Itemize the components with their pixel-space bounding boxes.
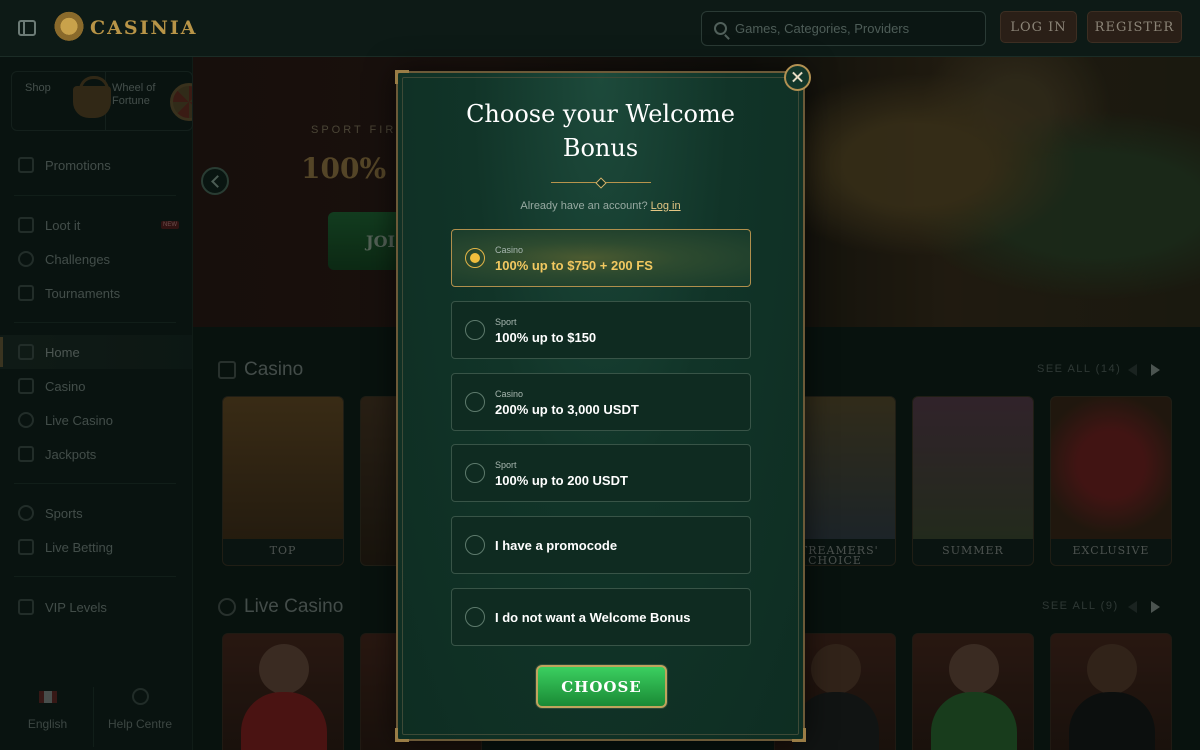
- bonus-option-sport-150[interactable]: Sport 100% up to $150: [451, 301, 751, 359]
- title-ornament-icon: [551, 179, 651, 187]
- crown-logo-icon: [54, 11, 84, 45]
- choose-button[interactable]: CHOOSE: [536, 665, 667, 708]
- login-button[interactable]: LOG IN: [1000, 11, 1077, 43]
- bonus-option-casino-750[interactable]: Casino 100% up to $750 + 200 FS: [451, 229, 751, 287]
- radio-icon[interactable]: [465, 607, 485, 627]
- already-text: Already have an account?: [520, 200, 648, 212]
- already-have-account: Already have an account? Log in: [398, 200, 803, 212]
- top-header: CASINIA LOG IN REGISTER: [0, 0, 1200, 57]
- bonus-option-promocode[interactable]: I have a promocode: [451, 516, 751, 574]
- option-category: Casino: [495, 389, 524, 399]
- brand-logo[interactable]: CASINIA: [54, 11, 197, 45]
- sidebar-toggle-icon[interactable]: [18, 20, 36, 36]
- radio-icon[interactable]: [465, 320, 485, 340]
- corner-ornament: [395, 70, 409, 84]
- option-label: 100% up to $150: [495, 330, 597, 345]
- login-link[interactable]: Log in: [651, 200, 681, 212]
- radio-icon[interactable]: [465, 535, 485, 555]
- modal-close-button[interactable]: [784, 64, 811, 91]
- radio-icon[interactable]: [465, 392, 485, 412]
- welcome-bonus-modal: Choose your Welcome Bonus Already have a…: [395, 70, 806, 742]
- corner-ornament: [395, 728, 409, 742]
- search-input[interactable]: [735, 21, 965, 36]
- search-icon: [714, 22, 727, 35]
- brand-name: CASINIA: [90, 17, 198, 39]
- register-button[interactable]: REGISTER: [1087, 11, 1182, 43]
- bonus-option-casino-usdt[interactable]: Casino 200% up to 3,000 USDT: [451, 373, 751, 431]
- option-label: 100% up to $750 + 200 FS: [495, 258, 653, 273]
- close-icon: [792, 71, 803, 83]
- bonus-option-no-bonus[interactable]: I do not want a Welcome Bonus: [451, 588, 751, 646]
- option-category: Casino: [495, 245, 524, 255]
- radio-icon[interactable]: [465, 463, 485, 483]
- option-category: Sport: [495, 317, 517, 327]
- corner-ornament: [792, 728, 806, 742]
- option-label: I have a promocode: [495, 538, 618, 553]
- radio-selected-icon[interactable]: [465, 248, 485, 268]
- option-category: Sport: [495, 460, 517, 470]
- option-label: 100% up to 200 USDT: [495, 473, 628, 488]
- modal-title: Choose your Welcome Bonus: [466, 100, 735, 162]
- search-box[interactable]: [701, 11, 986, 46]
- bonus-option-sport-usdt[interactable]: Sport 100% up to 200 USDT: [451, 444, 751, 502]
- option-label: I do not want a Welcome Bonus: [495, 610, 691, 625]
- option-label: 200% up to 3,000 USDT: [495, 402, 639, 417]
